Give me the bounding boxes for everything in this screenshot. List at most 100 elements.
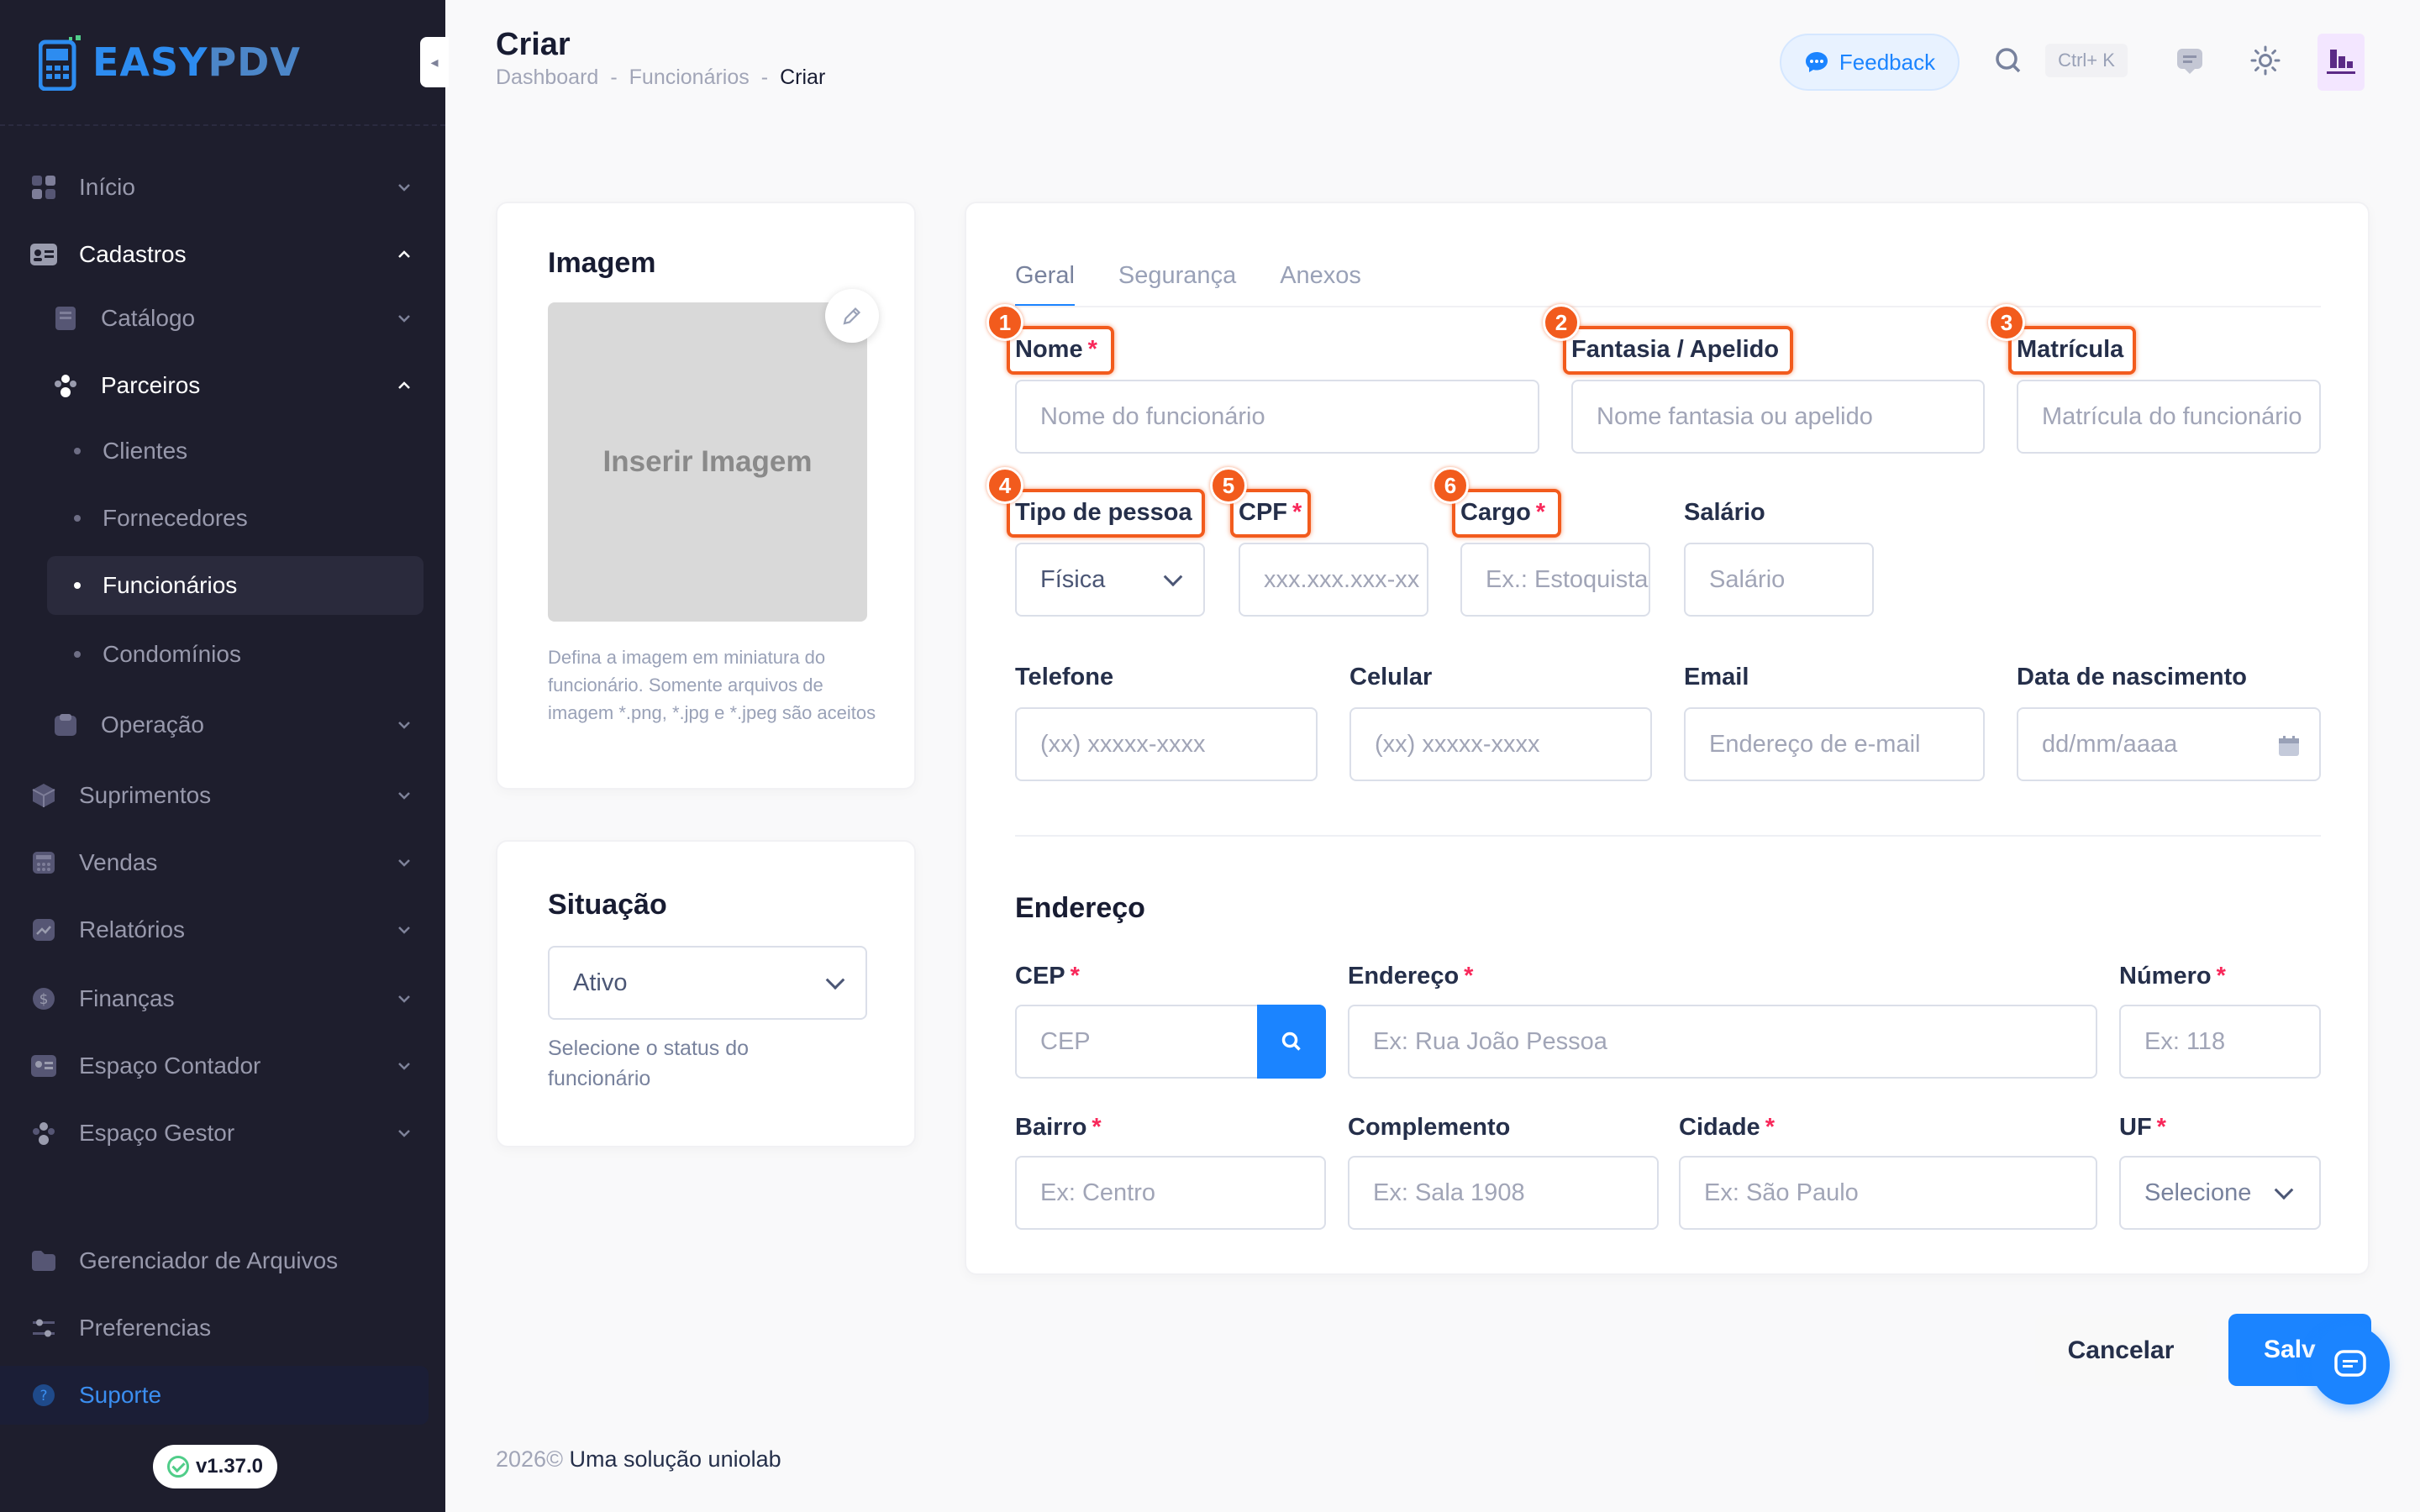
- sidebar-item-preferencias[interactable]: Preferencias: [25, 1299, 427, 1357]
- sidebar-item-label: Vendas: [79, 849, 158, 875]
- chevron-down-icon: [398, 927, 410, 934]
- sidebar-item-espaco-contador[interactable]: Espaço Contador: [25, 1037, 427, 1095]
- image-help-text: Defina a imagem em miniatura do funcioná…: [548, 647, 876, 723]
- cube-icon: [29, 780, 59, 811]
- edit-image-button[interactable]: [825, 289, 879, 343]
- feedback-label: Feedback: [1839, 49, 1936, 75]
- sidebar-item-inicio[interactable]: Início: [25, 158, 427, 217]
- sidebar-item-gerenciador-arquivos[interactable]: Gerenciador de Arquivos: [25, 1231, 427, 1290]
- uf-label: UF *: [2119, 1114, 2166, 1141]
- footer-brand-link[interactable]: Uma solução uniolab: [569, 1446, 781, 1472]
- sidebar-item-label: Fornecedores: [103, 505, 248, 531]
- breadcrumb-funcionarios[interactable]: Funcionários: [629, 66, 750, 90]
- breadcrumb-dashboard[interactable]: Dashboard: [496, 66, 598, 90]
- chevron-down-icon: [398, 792, 410, 800]
- sidebar-item-clientes[interactable]: Clientes: [47, 422, 424, 480]
- tipo-pessoa-select[interactable]: Física: [1015, 543, 1205, 617]
- footer-year: 2026©: [496, 1446, 563, 1472]
- image-placeholder-text: Inserir Imagem: [602, 445, 813, 478]
- salario-input[interactable]: Salário: [1684, 543, 1874, 617]
- tabs-divider: [1015, 306, 2321, 307]
- messages-icon[interactable]: [2171, 42, 2208, 79]
- nascimento-placeholder: dd/mm/aaaa: [2042, 730, 2178, 758]
- sidebar-item-label: Cadastros: [79, 241, 187, 267]
- nome-input[interactable]: Nome do funcionário: [1015, 380, 1539, 454]
- sidebar-item-suporte[interactable]: ? Suporte: [0, 1366, 429, 1425]
- annotation-badge-4: 4: [986, 467, 1023, 504]
- annotation-badge-3: 3: [1988, 304, 2025, 341]
- theme-sun-icon[interactable]: [2247, 42, 2284, 79]
- sidebar-item-condominios[interactable]: Condomínios: [47, 625, 424, 684]
- numero-input[interactable]: Ex: 118: [2119, 1005, 2321, 1079]
- avatar[interactable]: [2317, 34, 2365, 91]
- footer: 2026© Uma solução uniolab: [496, 1446, 781, 1473]
- celular-label: Celular: [1349, 664, 1433, 690]
- status-card: Situação Ativo Selecione o status do fun…: [496, 840, 916, 1147]
- cidade-input[interactable]: Ex: São Paulo: [1679, 1156, 2097, 1230]
- folder-icon: [29, 1246, 59, 1276]
- annotation-badge-6: 6: [1432, 467, 1469, 504]
- form-tabs: Geral Segurança Anexos: [1015, 262, 1361, 307]
- annotation-highlight-6: [1452, 489, 1561, 538]
- status-select[interactable]: Ativo: [548, 946, 867, 1020]
- search-icon[interactable]: [1990, 42, 2027, 79]
- sidebar-item-label: Espaço Contador: [79, 1053, 261, 1079]
- chevron-down-icon: [398, 315, 410, 323]
- sidebar-item-label: Condomínios: [103, 641, 241, 667]
- fantasia-input[interactable]: Nome fantasia ou apelido: [1571, 380, 1985, 454]
- sidebar-item-parceiros[interactable]: Parceiros: [47, 356, 427, 415]
- image-card: Imagem Inserir Imagem Defina a imagem em…: [496, 202, 916, 790]
- sidebar-item-operacao[interactable]: Operação: [47, 696, 427, 754]
- tab-anexos[interactable]: Anexos: [1280, 262, 1361, 307]
- sidebar-item-fornecedores[interactable]: Fornecedores: [47, 489, 424, 548]
- email-input[interactable]: Endereço de e-mail: [1684, 707, 1985, 781]
- question-icon: ?: [29, 1380, 59, 1410]
- image-upload-area[interactable]: Inserir Imagem: [548, 302, 867, 622]
- cpf-input[interactable]: xxx.xxx.xxx-xx: [1239, 543, 1428, 617]
- image-card-title: Imagem: [548, 247, 656, 279]
- cep-input[interactable]: CEP: [1015, 1005, 1260, 1079]
- sidebar-item-espaco-gestor[interactable]: Espaço Gestor: [25, 1104, 427, 1163]
- sidebar-item-label: Preferencias: [79, 1315, 212, 1341]
- sidebar-item-funcionarios[interactable]: Funcionários: [47, 556, 424, 615]
- sidebar-item-catalogo[interactable]: Catálogo: [47, 289, 427, 348]
- endereco-input[interactable]: Ex: Rua João Pessoa: [1348, 1005, 2097, 1079]
- uf-select[interactable]: Selecione: [2119, 1156, 2321, 1230]
- sidebar-item-label: Catálogo: [101, 305, 196, 331]
- bairro-label: Bairro *: [1015, 1114, 1102, 1141]
- sidebar-item-cadastros[interactable]: Cadastros: [25, 225, 427, 284]
- endereco-label: Endereço *: [1348, 963, 1474, 990]
- svg-text:$: $: [39, 991, 49, 1008]
- sidebar-divider: [0, 124, 445, 126]
- sidebar-item-suprimentos[interactable]: Suprimentos: [25, 766, 427, 825]
- tab-geral[interactable]: Geral: [1015, 262, 1075, 307]
- sidebar-item-relatorios[interactable]: Relatórios: [25, 900, 427, 959]
- feedback-button[interactable]: Feedback: [1780, 34, 1960, 91]
- app-logo[interactable]: EASYPDV: [39, 30, 301, 94]
- sidebar-collapse-button[interactable]: ◂: [420, 37, 449, 87]
- grid-icon: [29, 172, 59, 202]
- telefone-input[interactable]: (xx) xxxxx-xxxx: [1015, 707, 1318, 781]
- sidebar-item-label: Finanças: [79, 985, 175, 1011]
- tab-seguranca[interactable]: Segurança: [1118, 262, 1236, 307]
- sidebar-item-label: Clientes: [103, 438, 188, 464]
- chevron-down-icon: [398, 1063, 410, 1070]
- cargo-input[interactable]: Ex.: Estoquista: [1460, 543, 1650, 617]
- version-badge: v1.37.0: [153, 1445, 277, 1488]
- section-divider: [1015, 835, 2321, 837]
- chat-widget-button[interactable]: [2311, 1326, 2390, 1404]
- sidebar-item-label: Funcionários: [103, 572, 238, 598]
- tipo-pessoa-value: Física: [1040, 565, 1106, 593]
- sidebar-item-financas[interactable]: $ Finanças: [25, 969, 427, 1028]
- cep-search-button[interactable]: [1257, 1005, 1326, 1079]
- celular-input[interactable]: (xx) xxxxx-xxxx: [1349, 707, 1652, 781]
- sidebar-item-label: Suporte: [79, 1382, 162, 1408]
- bairro-input[interactable]: Ex: Centro: [1015, 1156, 1326, 1230]
- nascimento-input[interactable]: dd/mm/aaaa: [2017, 707, 2321, 781]
- cep-label: CEP *: [1015, 963, 1080, 990]
- matricula-input[interactable]: Matrícula do funcionário: [2017, 380, 2321, 454]
- complemento-input[interactable]: Ex: Sala 1908: [1348, 1156, 1659, 1230]
- cancel-button[interactable]: Cancelar: [2035, 1315, 2207, 1386]
- sidebar-item-vendas[interactable]: Vendas: [25, 833, 427, 892]
- book-icon: [50, 303, 81, 333]
